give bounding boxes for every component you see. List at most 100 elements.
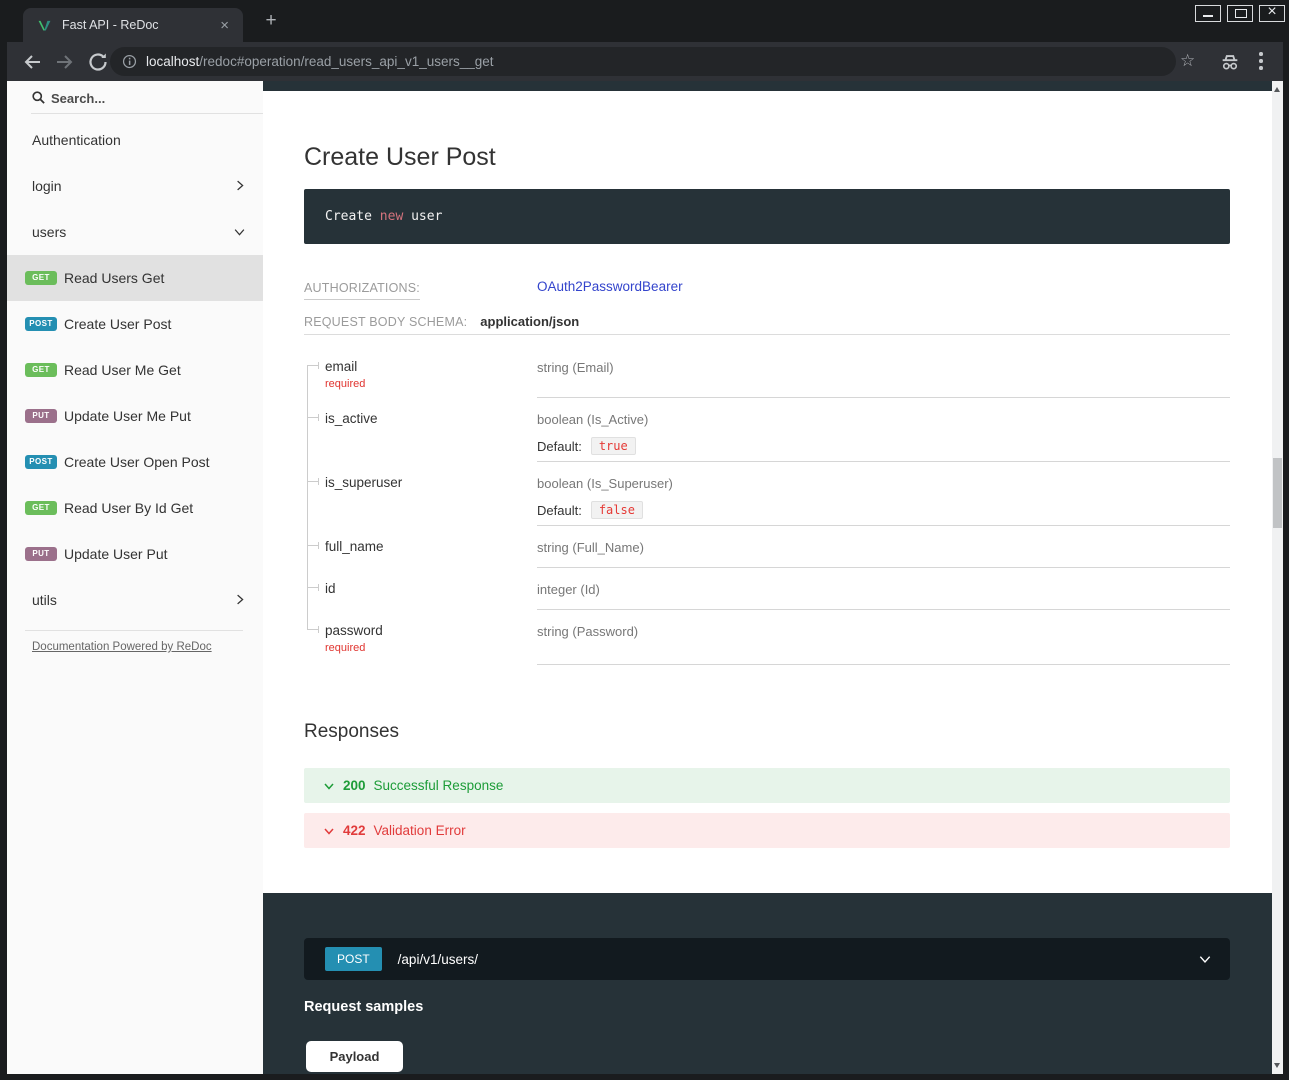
address-bar[interactable]: localhost/redoc#operation/read_users_api…	[110, 47, 1176, 76]
previous-section-strip	[263, 81, 1272, 91]
endpoint-path: /api/v1/users/	[398, 952, 478, 967]
default-value-badge: false	[591, 501, 643, 519]
tab-bar: Fast API - ReDoc × +	[0, 0, 1289, 42]
field-name: full_name	[325, 539, 537, 554]
incognito-icon[interactable]	[1219, 51, 1241, 73]
sidebar-item-create-user-post[interactable]: POST Create User Post	[7, 301, 263, 347]
method-badge-put: PUT	[25, 547, 57, 561]
schema-table: email required string (Email) is_active …	[304, 346, 1230, 665]
field-type: string (Full_Name)	[537, 540, 644, 555]
url-text: localhost/redoc#operation/read_users_api…	[146, 54, 494, 69]
browser-toolbar: localhost/redoc#operation/read_users_api…	[7, 42, 1283, 81]
close-button[interactable]	[1259, 5, 1285, 22]
default-value-badge: true	[591, 437, 636, 455]
search-box	[7, 81, 250, 114]
method-badge-post: POST	[25, 317, 57, 331]
field-required: required	[325, 642, 537, 654]
schema-row-id: id integer (Id)	[304, 568, 1230, 610]
schema-row-email: email required string (Email)	[304, 346, 1230, 398]
authorizations-label: AUTHORIZATIONS:	[304, 281, 420, 300]
search-input[interactable]	[51, 87, 242, 109]
redoc-page: Authentication login users GET Read	[7, 81, 1283, 1074]
schema-row-is-active: is_active boolean (Is_Active) Default: t…	[304, 398, 1230, 462]
v-logo-favicon-icon	[37, 18, 52, 33]
request-samples-heading: Request samples	[304, 999, 423, 1015]
field-type: integer (Id)	[537, 582, 600, 597]
field-name: is_superuser	[325, 475, 537, 490]
default-label: Default:	[537, 503, 582, 518]
chevron-right-icon	[232, 592, 247, 607]
payload-tab[interactable]: Payload	[306, 1041, 403, 1072]
default-label: Default:	[537, 439, 582, 454]
response-200-panel[interactable]: 200 Successful Response	[304, 768, 1230, 803]
forward-icon[interactable]	[53, 50, 77, 74]
field-name: email	[325, 359, 537, 374]
sidebar-nav: Authentication login users GET Read	[7, 117, 263, 623]
method-badge-get: GET	[25, 501, 57, 515]
operation-title: Create User Post	[304, 143, 496, 172]
tab-close-icon[interactable]: ×	[220, 18, 229, 33]
oauth2-link[interactable]: OAuth2PasswordBearer	[537, 279, 683, 294]
schema-row-full-name: full_name string (Full_Name)	[304, 526, 1230, 568]
field-required: required	[325, 378, 537, 390]
search-icon	[31, 90, 46, 105]
scroll-down-arrow[interactable]	[1272, 1059, 1283, 1072]
search-divider	[31, 113, 263, 114]
scroll-up-arrow[interactable]	[1272, 83, 1283, 96]
responses-heading: Responses	[304, 721, 399, 743]
method-badge-get: GET	[25, 363, 57, 377]
chevron-down-icon	[323, 780, 335, 792]
scrollbar-thumb[interactable]	[1273, 458, 1282, 528]
back-icon[interactable]	[20, 50, 44, 74]
field-type: boolean (Is_Superuser)	[537, 476, 673, 491]
field-name: id	[325, 581, 537, 596]
sidebar-item-update-user-put[interactable]: PUT Update User Put	[7, 531, 263, 577]
browser-menu-icon[interactable]	[1259, 52, 1263, 73]
tab-title: Fast API - ReDoc	[62, 18, 210, 32]
sidebar-item-users[interactable]: users	[7, 209, 263, 255]
sidebar-item-read-user-by-id-get[interactable]: GET Read User By Id Get	[7, 485, 263, 531]
sidebar-item-login[interactable]: login	[7, 163, 263, 209]
page-scrollbar[interactable]	[1272, 81, 1283, 1074]
chevron-down-icon	[1198, 952, 1212, 966]
browser-tab[interactable]: Fast API - ReDoc ×	[23, 8, 243, 42]
new-tab-button[interactable]: +	[260, 10, 282, 32]
sidebar-item-update-user-me-put[interactable]: PUT Update User Me Put	[7, 393, 263, 439]
sidebar-item-create-user-open-post[interactable]: POST Create User Open Post	[7, 439, 263, 485]
schema-row-password: password required string (Password)	[304, 610, 1230, 665]
samples-panel: POST /api/v1/users/ Request samples Payl…	[263, 893, 1272, 1074]
chevron-down-icon	[323, 825, 335, 837]
sidebar-item-authentication[interactable]: Authentication	[7, 117, 263, 163]
field-type: string (Password)	[537, 624, 638, 639]
redoc-footer-link[interactable]: Documentation Powered by ReDoc	[32, 641, 212, 653]
chevron-down-icon	[232, 224, 247, 239]
reload-icon[interactable]	[86, 50, 110, 74]
request-body-row: REQUEST BODY SCHEMA: application/json	[304, 314, 579, 329]
browser-window: Fast API - ReDoc × + localhost/red	[0, 0, 1289, 1080]
chevron-right-icon	[232, 178, 247, 193]
field-name: is_active	[325, 411, 537, 426]
minimize-button[interactable]	[1195, 5, 1221, 22]
method-badge-post: POST	[25, 455, 57, 469]
main-content: Create User Post Create new user AUTHORI…	[263, 81, 1283, 1074]
field-name: password	[325, 623, 537, 638]
window-controls	[1195, 5, 1285, 22]
response-422-panel[interactable]: 422 Validation Error	[304, 813, 1230, 848]
sidebar-item-utils[interactable]: utils	[7, 577, 263, 623]
site-info-icon[interactable]	[122, 54, 137, 69]
bookmark-star-icon[interactable]: ☆	[1180, 51, 1195, 71]
sidebar-item-read-users-get[interactable]: GET Read Users Get	[7, 255, 263, 301]
field-type: boolean (Is_Active)	[537, 412, 648, 427]
method-badge-put: PUT	[25, 409, 57, 423]
sidebar-footer-divider	[25, 630, 243, 631]
request-body-label: REQUEST BODY SCHEMA:	[304, 315, 467, 329]
content-type-value: application/json	[480, 314, 579, 329]
sidebar-item-read-user-me-get[interactable]: GET Read User Me Get	[7, 347, 263, 393]
sidebar: Authentication login users GET Read	[7, 81, 263, 1074]
schema-header-divider	[304, 334, 1230, 335]
field-type: string (Email)	[537, 360, 614, 375]
schema-row-is-superuser: is_superuser boolean (Is_Superuser) Defa…	[304, 462, 1230, 526]
maximize-button[interactable]	[1227, 5, 1253, 22]
endpoint-dropdown[interactable]: POST /api/v1/users/	[304, 938, 1230, 980]
operation-description-code: Create new user	[304, 189, 1230, 244]
